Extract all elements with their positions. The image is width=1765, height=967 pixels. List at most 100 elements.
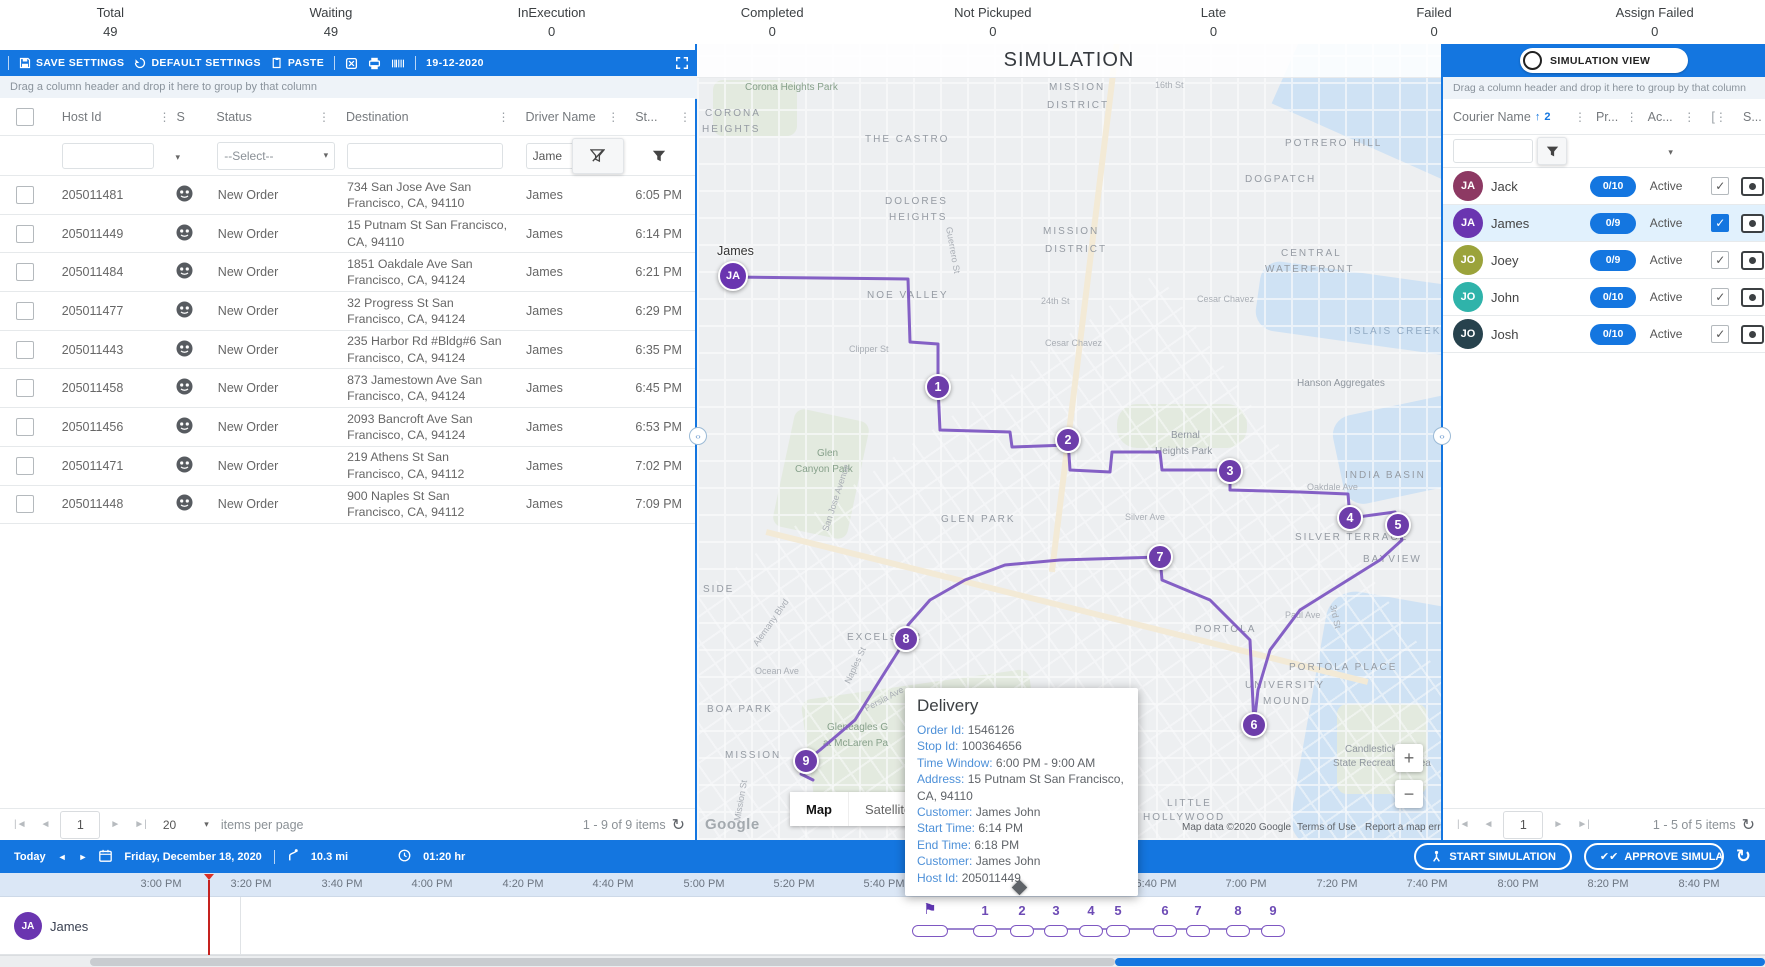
prev-day-icon[interactable]: ◄ bbox=[58, 852, 67, 862]
courier-checkbox[interactable]: ✓ bbox=[1711, 177, 1730, 195]
show-on-map-icon[interactable] bbox=[1741, 176, 1765, 196]
stop-slot[interactable] bbox=[912, 925, 948, 937]
show-on-map-icon[interactable] bbox=[1741, 213, 1765, 233]
stop-slot[interactable] bbox=[1079, 925, 1103, 937]
zoom-out-button[interactable]: − bbox=[1395, 780, 1423, 808]
dropdown-caret-icon[interactable]: ▾ bbox=[175, 152, 180, 162]
column-header-courier-name[interactable]: Courier Name ↑ 2 ⋮ bbox=[1443, 99, 1590, 134]
dropdown-caret-icon[interactable]: ▾ bbox=[1668, 147, 1673, 157]
courier-checkbox[interactable]: ✓ bbox=[1711, 214, 1730, 232]
column-menu-icon[interactable]: ⋮ bbox=[1683, 110, 1695, 124]
row-checkbox[interactable] bbox=[15, 224, 34, 243]
prev-page-icon[interactable]: ◄ bbox=[1480, 819, 1498, 830]
column-menu-icon[interactable]: ⋮ bbox=[607, 110, 619, 124]
zoom-in-button[interactable]: + bbox=[1395, 744, 1423, 772]
order-row[interactable]: 205011458 New Order 873 Jamestown Ave Sa… bbox=[0, 369, 695, 409]
stop-slot[interactable] bbox=[1226, 925, 1250, 937]
column-header-select[interactable]: [⋮ bbox=[1699, 99, 1741, 134]
left-splitter-handle[interactable]: ‹› bbox=[689, 427, 707, 445]
refresh-icon[interactable]: ↻ bbox=[1742, 815, 1755, 835]
page-number-input[interactable]: 1 bbox=[60, 810, 101, 839]
row-checkbox[interactable] bbox=[15, 379, 34, 398]
save-settings-button[interactable]: SAVE SETTINGS bbox=[19, 57, 124, 69]
courier-row[interactable]: JO Josh 0/10 Active ✓ bbox=[1443, 316, 1765, 353]
filter-icon[interactable] bbox=[652, 149, 666, 163]
order-row[interactable]: 205011448 New Order 900 Naples St San Fr… bbox=[0, 485, 695, 525]
order-row[interactable]: 205011481 New Order 734 San Jose Ave San… bbox=[0, 176, 695, 215]
route-stop-marker[interactable]: 9 bbox=[793, 748, 819, 774]
last-page-icon[interactable]: ►| bbox=[1573, 819, 1594, 830]
column-menu-icon[interactable]: ⋮ bbox=[679, 110, 691, 124]
timeline-stop[interactable]: 3 bbox=[1044, 903, 1068, 937]
order-row[interactable]: 205011484 New Order 1851 Oakdale Ave San… bbox=[0, 253, 695, 293]
timeline-date-label[interactable]: Friday, December 18, 2020 bbox=[124, 851, 261, 863]
report-map-error-link[interactable]: Report a map error bbox=[1365, 822, 1441, 833]
export-excel-button[interactable] bbox=[345, 57, 358, 70]
right-splitter-handle[interactable]: ‹› bbox=[1433, 427, 1451, 445]
column-menu-icon[interactable]: ⋮ bbox=[158, 110, 170, 124]
host-id-filter-input[interactable] bbox=[61, 142, 154, 169]
order-row[interactable]: 205011471 New Order 219 Athens St San Fr… bbox=[0, 446, 695, 486]
column-menu-icon[interactable]: ⋮ bbox=[318, 110, 330, 124]
first-page-icon[interactable]: |◄ bbox=[1453, 819, 1474, 830]
column-header-start-time[interactable]: St... ⋮ bbox=[623, 98, 695, 135]
timeline-stop[interactable]: 6 bbox=[1153, 903, 1177, 937]
timeline-stop[interactable]: 7 bbox=[1186, 903, 1210, 937]
stop-slot[interactable] bbox=[1186, 925, 1210, 937]
route-stop-marker[interactable]: 7 bbox=[1147, 544, 1173, 570]
page-number-input[interactable]: 1 bbox=[1503, 810, 1544, 839]
column-header-driver-name[interactable]: Driver Name ⋮ bbox=[514, 98, 624, 135]
map-type-map-button[interactable]: Map bbox=[790, 792, 848, 826]
stop-slot[interactable] bbox=[1106, 925, 1130, 937]
route-stop-marker[interactable]: 4 bbox=[1337, 505, 1363, 531]
column-menu-icon[interactable]: ⋮ bbox=[1626, 110, 1638, 124]
next-page-icon[interactable]: ► bbox=[106, 819, 124, 830]
stop-slot[interactable] bbox=[1261, 925, 1285, 937]
row-checkbox[interactable] bbox=[15, 185, 34, 204]
column-header-s[interactable]: S bbox=[174, 98, 204, 135]
prev-page-icon[interactable]: ◄ bbox=[37, 819, 55, 830]
courier-name-filter-input[interactable] bbox=[1453, 139, 1533, 163]
column-menu-icon[interactable]: ⋮ bbox=[1574, 110, 1586, 124]
driver-filter-input[interactable] bbox=[525, 142, 572, 169]
route-stop-marker[interactable]: 5 bbox=[1385, 512, 1411, 538]
column-header-progress[interactable]: Pr... ⋮ bbox=[1590, 99, 1642, 134]
courier-row[interactable]: JO John 0/10 Active ✓ bbox=[1443, 279, 1765, 316]
timeline-scrollbar[interactable] bbox=[0, 955, 1765, 967]
barcode-button[interactable] bbox=[391, 57, 405, 70]
next-page-icon[interactable]: ► bbox=[1549, 819, 1567, 830]
column-header-status[interactable]: Status ⋮ bbox=[204, 98, 334, 135]
refresh-icon[interactable]: ↻ bbox=[672, 815, 685, 835]
last-page-icon[interactable]: ►| bbox=[130, 819, 151, 830]
simulation-view-toggle[interactable]: SIMULATION VIEW bbox=[1520, 48, 1688, 73]
print-button[interactable] bbox=[368, 57, 381, 70]
show-on-map-icon[interactable] bbox=[1741, 324, 1765, 344]
route-start-flag[interactable]: ⚑ bbox=[912, 900, 948, 937]
route-stop-marker[interactable]: 8 bbox=[893, 626, 919, 652]
order-row[interactable]: 205011449 New Order 15 Putnam St San Fra… bbox=[0, 214, 695, 254]
order-row[interactable]: 205011443 New Order 235 Harbor Rd #Bldg#… bbox=[0, 330, 695, 370]
order-row[interactable]: 205011456 New Order 2093 Bancroft Ave Sa… bbox=[0, 408, 695, 447]
courier-checkbox[interactable]: ✓ bbox=[1711, 325, 1730, 343]
start-simulation-button[interactable]: START SIMULATION bbox=[1414, 843, 1572, 870]
today-button[interactable]: Today bbox=[14, 851, 46, 863]
courier-checkbox[interactable]: ✓ bbox=[1711, 251, 1730, 269]
first-page-icon[interactable]: |◄ bbox=[10, 819, 31, 830]
route-stop-marker[interactable]: 1 bbox=[925, 374, 951, 400]
row-checkbox[interactable] bbox=[15, 340, 34, 359]
terms-of-use-link[interactable]: Terms of Use bbox=[1297, 822, 1356, 833]
courier-row[interactable]: JA Jack 0/10 Active ✓ bbox=[1443, 168, 1765, 205]
row-checkbox[interactable] bbox=[15, 495, 34, 514]
column-header-show[interactable]: S... bbox=[1741, 99, 1765, 134]
status-filter-select[interactable]: --Select-- ▾ bbox=[217, 141, 336, 170]
show-on-map-icon[interactable] bbox=[1741, 287, 1765, 307]
column-header-active[interactable]: Ac... ⋮ bbox=[1642, 99, 1700, 134]
stop-slot[interactable] bbox=[1153, 925, 1177, 937]
courier-checkbox[interactable]: ✓ bbox=[1711, 288, 1730, 306]
timeline-stop[interactable]: 2 bbox=[1010, 903, 1034, 937]
column-header-host-id[interactable]: Host Id ⋮ bbox=[50, 98, 175, 135]
filter-icon[interactable] bbox=[1537, 137, 1567, 165]
column-menu-icon[interactable]: ⋮ bbox=[1715, 110, 1727, 124]
show-on-map-icon[interactable] bbox=[1741, 250, 1765, 270]
route-stop-marker[interactable]: 6 bbox=[1241, 712, 1267, 738]
